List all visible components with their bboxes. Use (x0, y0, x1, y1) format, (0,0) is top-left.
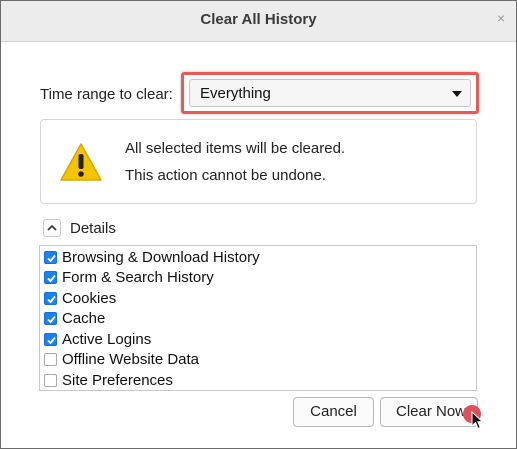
warning-box: All selected items will be cleared. This… (40, 119, 477, 204)
checkbox-unchecked[interactable] (44, 353, 57, 366)
dialog-title: Clear All History (200, 11, 317, 28)
dialog-titlebar: Clear All History × (1, 1, 516, 42)
list-item-label: Cache (62, 310, 106, 327)
chevron-down-icon (452, 91, 462, 97)
checkmark-icon (47, 254, 56, 263)
time-range-select[interactable]: Everything (189, 79, 471, 107)
checkbox-unchecked[interactable] (44, 374, 57, 387)
checkbox-checked[interactable] (44, 271, 57, 284)
details-collapse-button[interactable] (43, 219, 61, 237)
list-item-label: Form & Search History (62, 269, 214, 286)
close-icon[interactable]: × (494, 11, 508, 25)
checkmark-icon (47, 274, 56, 283)
list-item-label: Site Preferences (62, 372, 173, 389)
warning-message-line2: This action cannot be undone. (125, 167, 326, 184)
details-label: Details (70, 220, 116, 237)
list-item-label: Browsing & Download History (62, 249, 260, 266)
clear-history-dialog: Clear All History × Time range to clear:… (0, 0, 517, 449)
checkmark-icon (47, 336, 56, 345)
checkbox-checked[interactable] (44, 251, 57, 264)
checkmark-icon (47, 295, 56, 304)
list-item-label: Active Logins (62, 331, 152, 348)
list-item-label: Cookies (62, 290, 117, 307)
checkmark-icon (47, 315, 56, 324)
mouse-pointer-icon (471, 411, 484, 430)
time-range-label: Time range to clear: (40, 86, 173, 103)
time-range-selected-value: Everything (200, 85, 271, 102)
checkbox-checked[interactable] (44, 333, 57, 346)
checkbox-checked[interactable] (44, 292, 57, 305)
cancel-button[interactable]: Cancel (293, 397, 374, 427)
list-item-label: Offline Website Data (62, 351, 200, 368)
warning-triangle-icon (60, 143, 102, 181)
warning-message-line1: All selected items will be cleared. (125, 140, 346, 157)
chevron-up-icon (47, 224, 57, 231)
checkbox-checked[interactable] (44, 312, 57, 325)
history-items-list: Browsing & Download History Form & Searc… (39, 245, 477, 391)
